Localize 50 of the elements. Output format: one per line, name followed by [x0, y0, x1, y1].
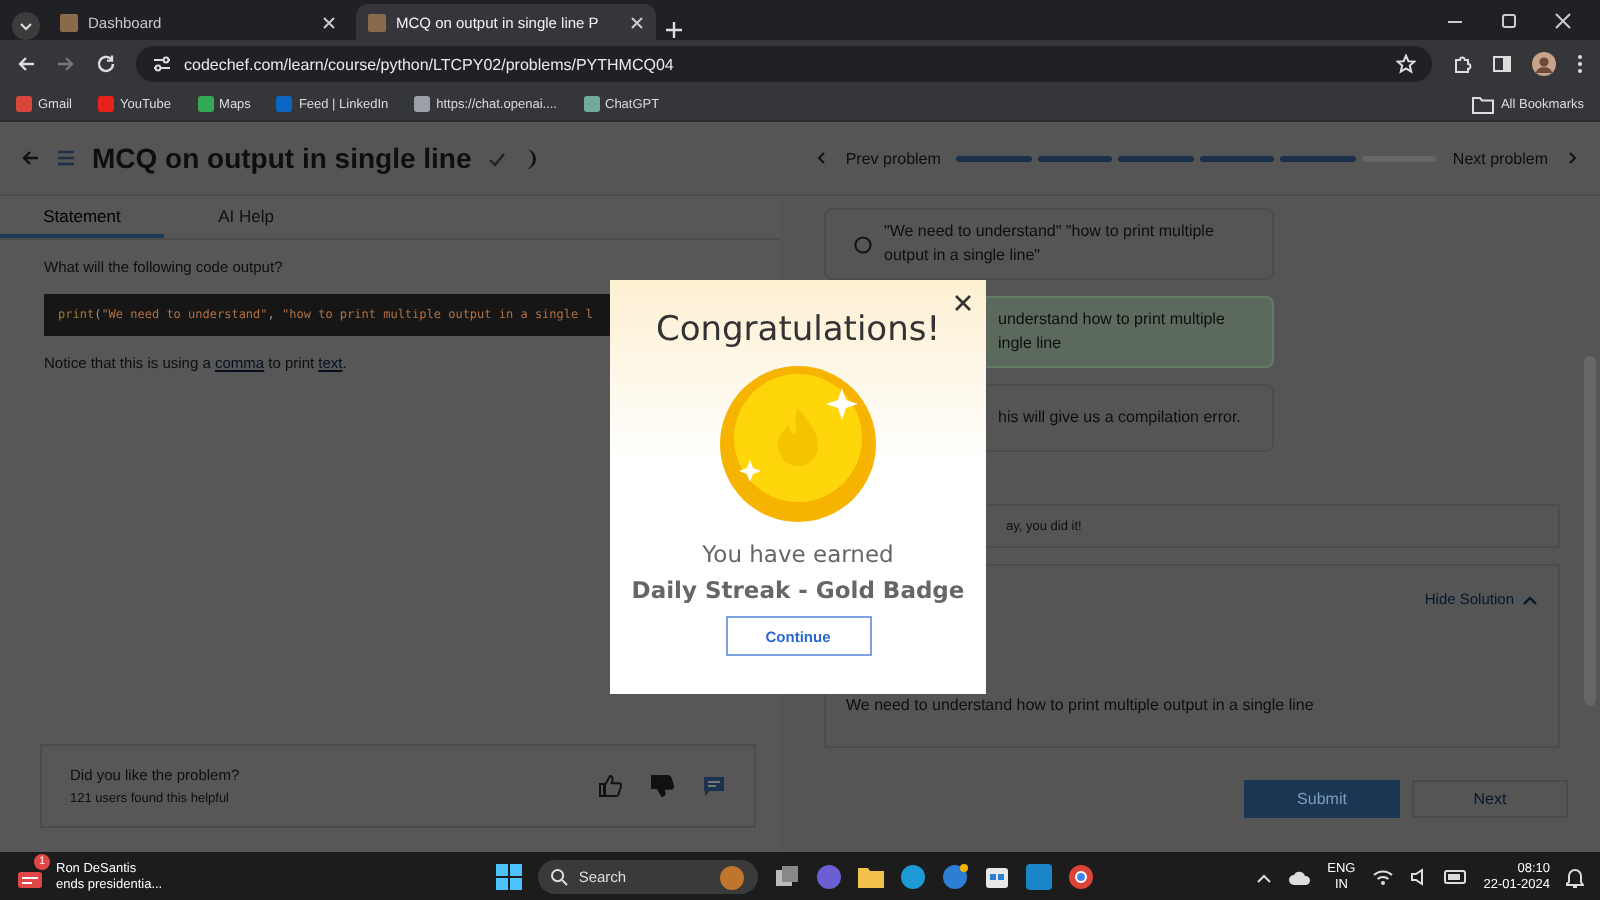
cloud-icon[interactable] [1287, 869, 1312, 885]
menu-icon[interactable] [1576, 54, 1584, 74]
volume-icon[interactable] [1409, 868, 1428, 886]
app-tile-icon[interactable] [1026, 864, 1053, 890]
close-icon[interactable] [322, 15, 336, 29]
close-button[interactable] [954, 294, 972, 312]
favicon-icon [60, 13, 78, 31]
maximize-icon[interactable] [1500, 11, 1518, 29]
folder-icon [1472, 95, 1495, 113]
chevron-right-icon[interactable] [1564, 150, 1580, 166]
favicon-icon [368, 13, 386, 31]
search-icon [550, 868, 569, 886]
thumbs-up-icon[interactable] [598, 774, 622, 798]
option-text: his will give us a compilation error. [998, 406, 1241, 430]
close-icon [954, 294, 972, 312]
new-tab-icon[interactable] [664, 20, 684, 40]
chevron-up-icon [1522, 593, 1538, 605]
site-info-icon[interactable] [152, 54, 172, 74]
star-icon[interactable] [1396, 54, 1416, 74]
task-view-icon[interactable] [774, 864, 801, 890]
comment-icon[interactable] [702, 774, 726, 798]
tab-list-icon[interactable] [12, 12, 40, 40]
url-text: codechef.com/learn/course/python/LTCPY02/problems/PYTHMCQ04 [184, 55, 676, 73]
side-panel-icon[interactable] [1492, 54, 1512, 74]
chevron-left-icon[interactable] [813, 150, 830, 166]
bell-icon[interactable] [1566, 867, 1584, 887]
option-text: understand how to print multiple ingle line [998, 308, 1225, 356]
store-app-icon[interactable] [984, 864, 1011, 890]
forward-icon[interactable] [56, 54, 76, 74]
chrome-app-icon[interactable] [1068, 864, 1095, 890]
avatar-icon[interactable] [1532, 52, 1556, 76]
badge-name: Daily Streak - Gold Badge [631, 576, 965, 604]
folder-app-icon[interactable] [858, 864, 885, 890]
extensions-icon[interactable] [1452, 54, 1472, 74]
close-icon[interactable] [630, 15, 644, 29]
battery-icon[interactable] [1443, 870, 1468, 884]
wifi-icon[interactable] [1371, 868, 1394, 886]
solution-text: We need to understand how to print multiple output in a single line [846, 696, 1316, 714]
option-text: "We need to understand" "how to print multiple output in a single line" [884, 220, 1214, 268]
chevron-up-icon[interactable] [1255, 871, 1272, 883]
reload-icon[interactable] [96, 54, 116, 74]
radio-icon[interactable] [854, 235, 872, 253]
address-bar[interactable]: codechef.com/learn/course/python/LTCPY02/problems/PYTHMCQ04 [136, 46, 1432, 82]
windows-start-icon[interactable] [496, 864, 523, 890]
check-icon [487, 149, 506, 167]
problem-title: MCQ on output in single line [92, 142, 472, 174]
thumbs-down-icon[interactable] [650, 774, 674, 798]
submit-button[interactable]: Submit [1244, 780, 1400, 818]
flame-coin-icon [718, 364, 878, 524]
close-icon[interactable] [1554, 11, 1572, 29]
